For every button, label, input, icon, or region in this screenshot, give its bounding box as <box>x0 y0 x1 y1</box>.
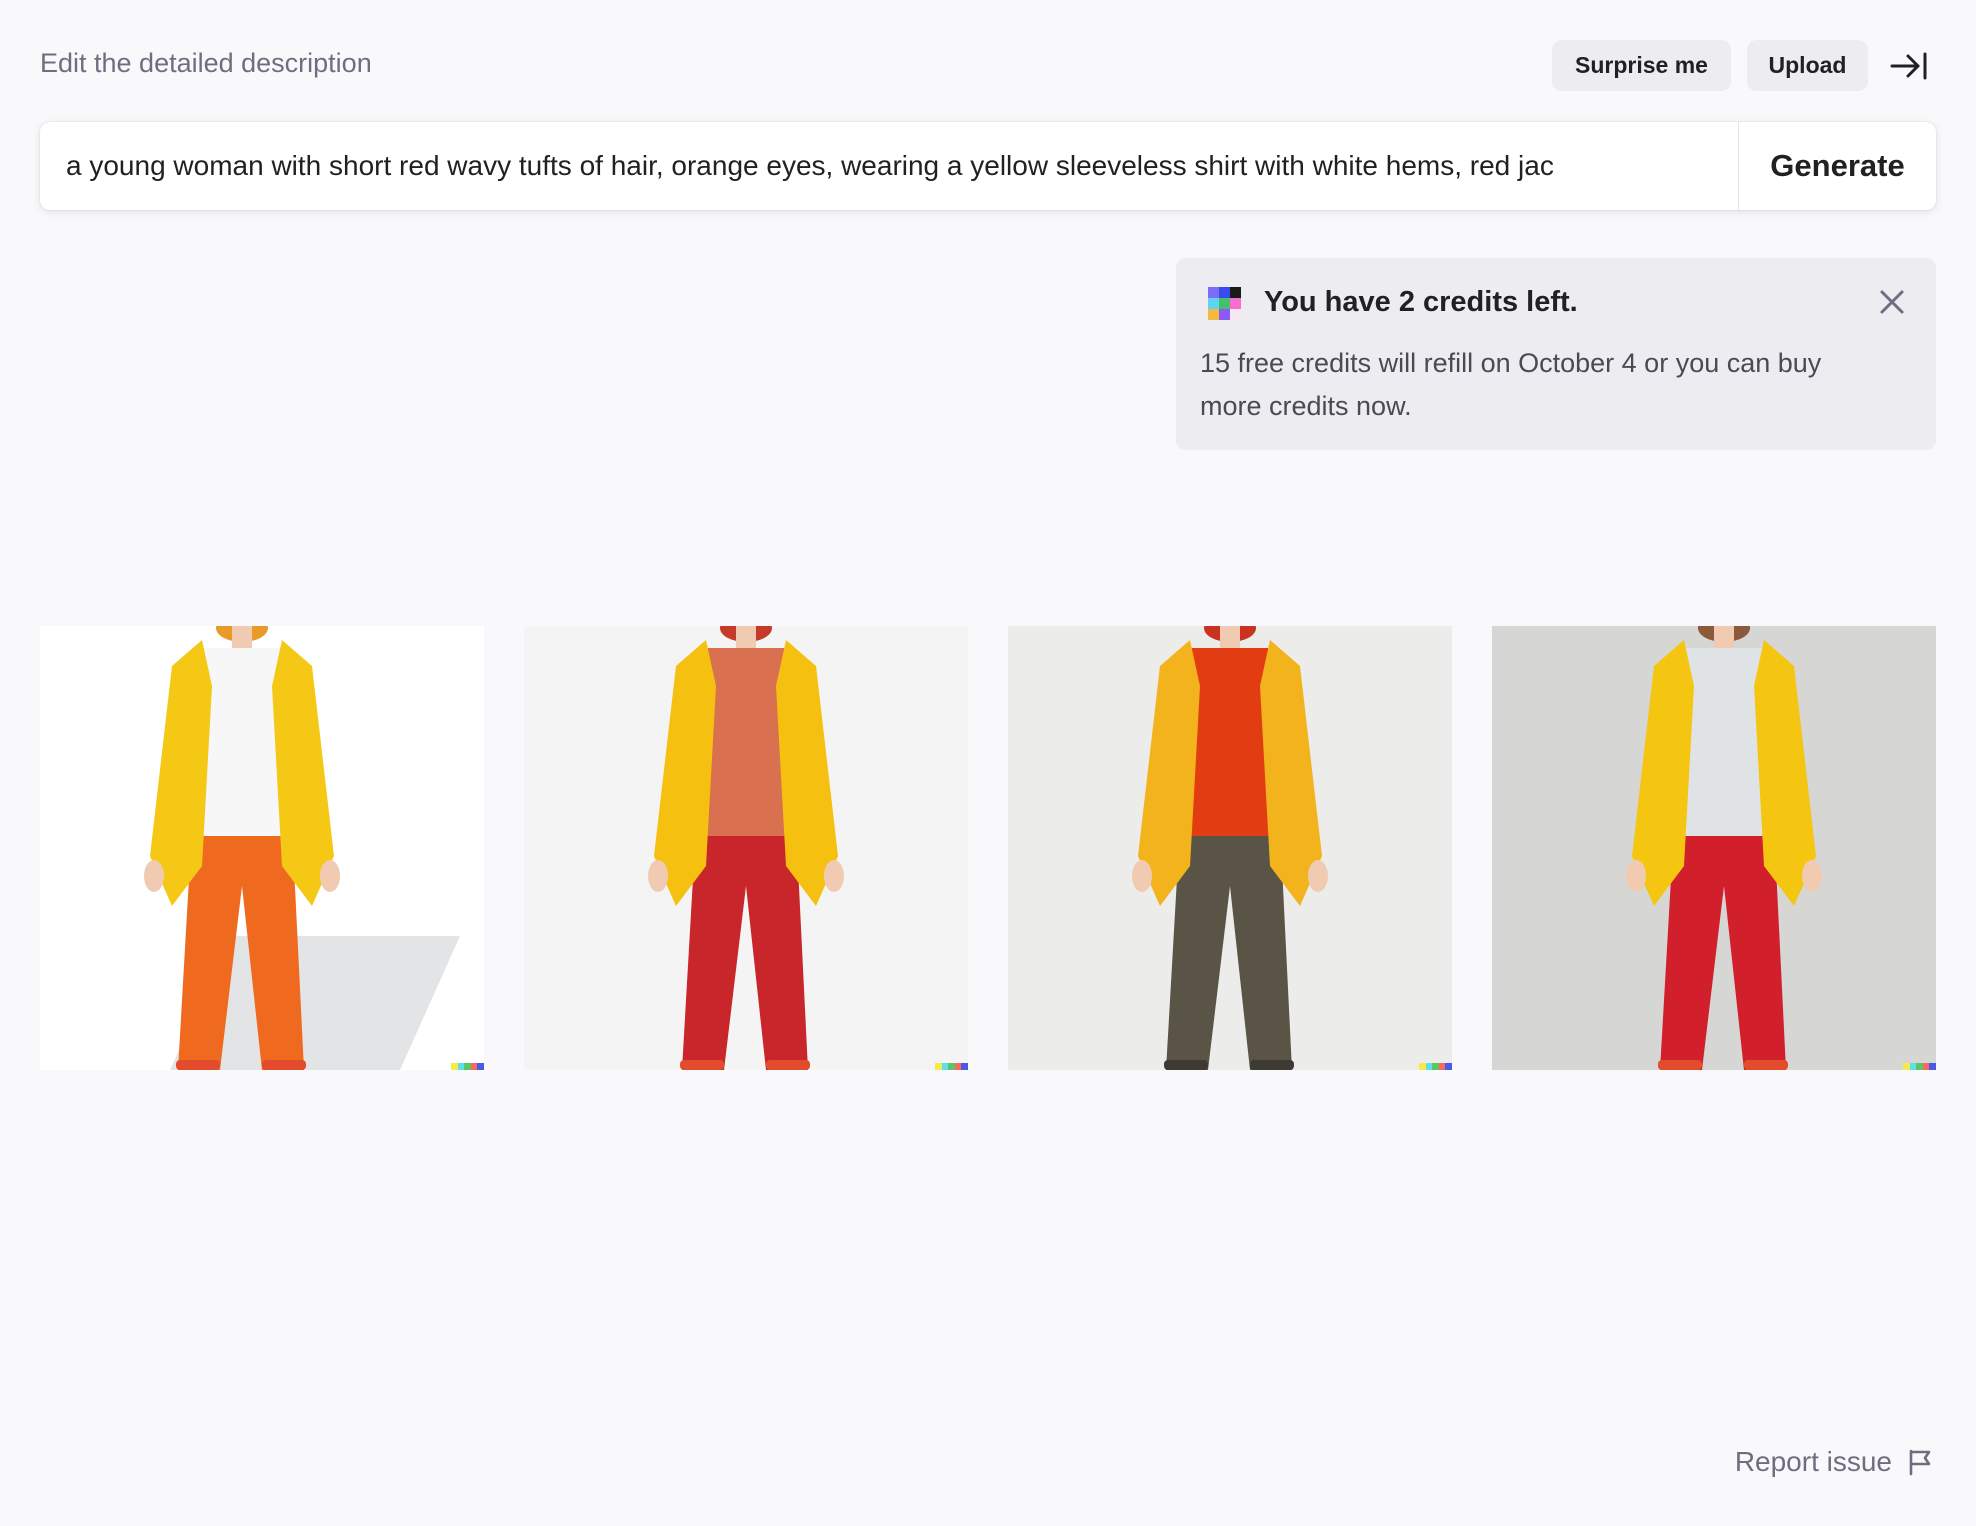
logo-square <box>1208 309 1219 320</box>
logo-square <box>1219 287 1230 298</box>
generated-image-2[interactable] <box>524 626 968 1070</box>
prompt-bar: Generate <box>40 122 1936 210</box>
generated-image-1[interactable] <box>40 626 484 1070</box>
logo-square <box>1219 309 1230 320</box>
signature-swatch <box>935 1063 942 1070</box>
signature-swatch <box>954 1063 962 1070</box>
signature-swatch <box>941 1063 949 1070</box>
credits-notice: You have 2 credits left. 15 free credits… <box>1176 258 1936 450</box>
upload-button[interactable]: Upload <box>1747 40 1868 91</box>
prompt-input[interactable] <box>40 122 1738 210</box>
surprise-me-button[interactable]: Surprise me <box>1552 40 1731 91</box>
dalle-logo-icon <box>1208 287 1241 320</box>
signature-swatch <box>464 1063 471 1070</box>
notice-title: You have 2 credits left. <box>1264 286 1578 318</box>
dalle-signature-icon <box>1419 1063 1452 1070</box>
signature-swatch <box>1419 1063 1426 1070</box>
logo-square <box>1230 298 1241 309</box>
signature-swatch <box>1432 1063 1439 1070</box>
dalle-signature-icon <box>1903 1063 1936 1070</box>
dalle-edit-page: Edit the detailed description Surprise m… <box>0 0 1976 1526</box>
signature-swatch <box>1909 1063 1917 1070</box>
edit-description-label: Edit the detailed description <box>40 48 372 78</box>
generated-image-3[interactable] <box>1008 626 1452 1070</box>
signature-swatch <box>1903 1063 1910 1070</box>
collapse-right-icon[interactable] <box>1889 48 1929 84</box>
report-issue-label: Report issue <box>1734 1446 1892 1477</box>
signature-swatch <box>961 1063 968 1070</box>
dalle-signature-icon <box>935 1063 968 1070</box>
dalle-signature-icon <box>451 1063 484 1070</box>
signature-swatch <box>1445 1063 1452 1070</box>
notice-body: 15 free credits will refill on October 4… <box>1200 348 1822 421</box>
logo-square <box>1219 298 1230 309</box>
generate-button[interactable]: Generate <box>1738 122 1936 210</box>
signature-swatch <box>1425 1063 1433 1070</box>
signature-swatch <box>470 1063 478 1070</box>
signature-swatch <box>948 1063 955 1070</box>
image-grid <box>40 626 1936 1070</box>
signature-swatch <box>1929 1063 1936 1070</box>
close-icon[interactable] <box>1876 286 1908 318</box>
generated-image-4[interactable] <box>1492 626 1936 1070</box>
signature-swatch <box>1916 1063 1923 1070</box>
signature-swatch <box>457 1063 465 1070</box>
logo-square <box>1208 287 1219 298</box>
flag-icon <box>1909 1449 1931 1476</box>
logo-square <box>1230 287 1241 298</box>
signature-swatch <box>477 1063 484 1070</box>
signature-swatch <box>1438 1063 1446 1070</box>
signature-swatch <box>1922 1063 1930 1070</box>
logo-square <box>1208 298 1219 309</box>
report-issue-link[interactable]: Report issue <box>1735 1446 1934 1478</box>
signature-swatch <box>451 1063 458 1070</box>
logo-square <box>1230 309 1241 320</box>
